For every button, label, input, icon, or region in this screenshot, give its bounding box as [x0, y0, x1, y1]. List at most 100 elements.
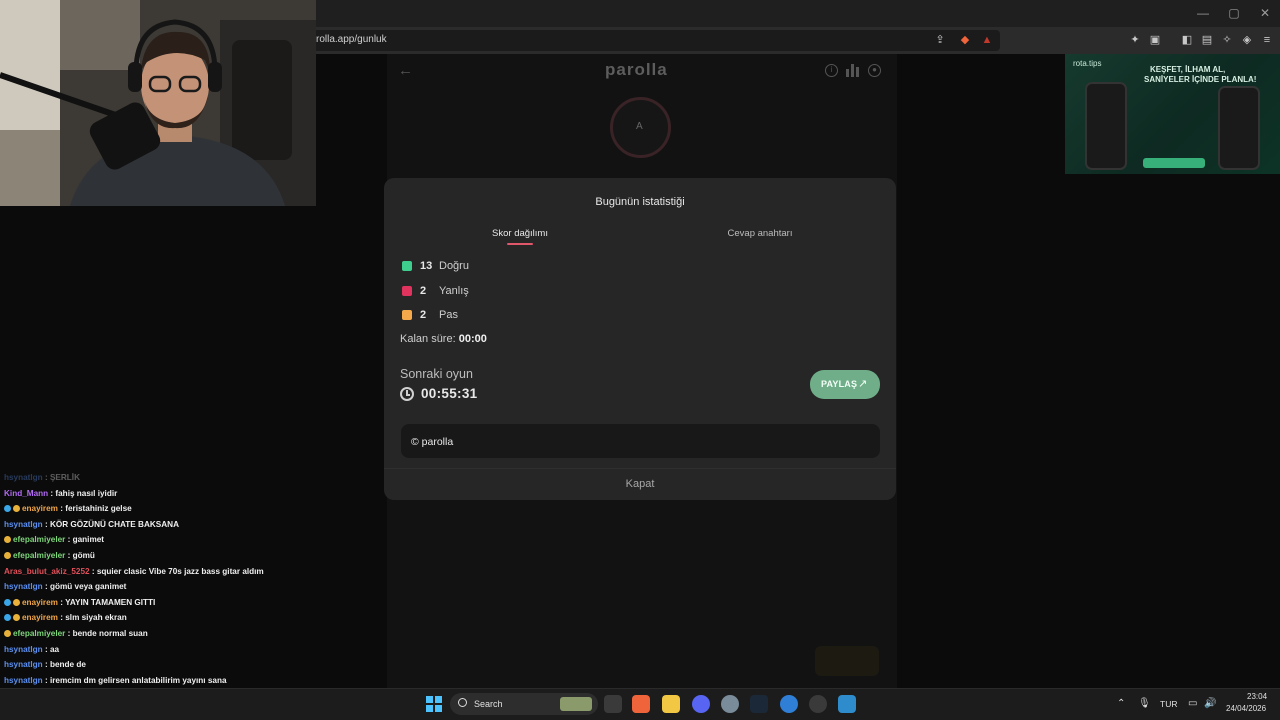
share-arrow-icon[interactable]: ↗ — [858, 377, 867, 390]
chat-overlay: hsynatlgn : ŞERLİK Kind_Mann : fahiş nası… — [0, 470, 300, 716]
maximize-button[interactable]: ▢ — [1219, 4, 1249, 22]
modal-divider — [384, 468, 896, 469]
share-button-label[interactable]: PAYLAŞ — [821, 379, 857, 389]
chat-text: KÖR GÖZÜNÜ CHATE BAKSANA — [49, 519, 179, 529]
chat-username[interactable]: efepalmiyeler — [13, 551, 65, 560]
chat-text: slm siyah ekran — [65, 613, 127, 623]
vpn-icon[interactable]: ◈ — [1240, 33, 1254, 47]
volume-icon[interactable]: 🔊 — [1204, 698, 1216, 709]
pass-color-square — [402, 310, 412, 320]
chat-text: YAYIN TAMAMEN GITTI — [65, 597, 156, 607]
correct-label: Doğru — [439, 260, 469, 272]
tray-language[interactable]: TUR — [1160, 699, 1177, 709]
chat-username[interactable]: Aras_bulut_akiz_5252 — [4, 567, 90, 576]
clock-hand — [406, 394, 410, 396]
menu-icon[interactable]: ≡ — [1260, 33, 1274, 47]
chat-username[interactable]: enayirem — [22, 598, 58, 607]
profile-icon[interactable]: ● — [868, 64, 881, 77]
chat-message: enayirem : slm siyah ekran — [4, 613, 127, 622]
close-modal-button[interactable]: Kapat — [610, 478, 670, 490]
chat-username[interactable]: hsynatlgn — [4, 676, 43, 685]
correct-count: 13 — [420, 260, 433, 272]
remaining-time-label: Kalan süre: — [400, 333, 456, 345]
chat-username[interactable]: efepalmiyeler — [13, 535, 65, 544]
pass-count: 2 — [420, 309, 427, 321]
chat-badge-icon — [13, 598, 20, 606]
discord-icon[interactable] — [692, 695, 710, 713]
chat-message: hsynatlgn : ŞERLİK — [4, 473, 80, 482]
chat-separator: : — [42, 473, 50, 482]
app-icon[interactable] — [780, 695, 798, 713]
wrong-color-square — [402, 286, 412, 296]
chat-username[interactable]: hsynatlgn — [4, 660, 43, 669]
chat-message: hsynatlgn : KÖR GÖZÜNÜ CHATE BAKSANA — [4, 520, 179, 529]
chat-message: efepalmiyeler : gömü — [4, 551, 95, 560]
chat-badge-icon — [13, 614, 20, 622]
close-window-button[interactable]: ✕ — [1250, 4, 1280, 22]
brave-shields-icon[interactable]: ◆ — [958, 33, 972, 47]
tray-time[interactable]: 23:04 — [1247, 692, 1267, 701]
tab-score-distribution[interactable]: Skor dağılımı — [460, 228, 580, 239]
chat-username[interactable]: enayirem — [22, 613, 58, 622]
address-bar[interactable] — [300, 30, 1000, 51]
current-letter: A — [636, 121, 643, 132]
chat-username[interactable]: Kind_Mann — [4, 489, 48, 498]
chat-separator: : — [65, 551, 73, 560]
chat-username[interactable]: hsynatlgn — [4, 582, 43, 591]
chat-badge-icon — [13, 505, 20, 513]
steam-icon[interactable] — [750, 695, 768, 713]
network-icon[interactable]: ▭ — [1188, 698, 1197, 709]
chat-message: Kind_Mann : fahiş nasıl iyidir — [4, 489, 117, 498]
info-icon[interactable]: i — [825, 64, 838, 77]
chat-badge-icon — [4, 614, 11, 622]
microphone-icon[interactable]: 🎙 — [1138, 698, 1151, 709]
back-arrow-icon[interactable]: ← — [398, 62, 413, 79]
tray-overflow-icon[interactable]: ⌃ — [1117, 698, 1125, 709]
chat-text: aa — [49, 644, 60, 654]
site-logo[interactable]: parolla — [605, 60, 668, 80]
windows-start-icon[interactable] — [426, 696, 442, 712]
tray-date[interactable]: 24/04/2026 — [1226, 704, 1266, 713]
remaining-time: Kalan süre: 00:00 — [400, 333, 487, 345]
chat-username[interactable]: hsynatlgn — [4, 473, 43, 482]
task-view-icon[interactable] — [604, 695, 622, 713]
tab-answer-key[interactable]: Cevap anahtarı — [700, 228, 820, 239]
brave-browser-icon[interactable] — [632, 695, 650, 713]
obs-icon[interactable] — [809, 695, 827, 713]
chat-username[interactable]: hsynatlgn — [4, 645, 43, 654]
file-explorer-icon[interactable] — [662, 695, 680, 713]
stats-icon[interactable] — [846, 64, 859, 77]
screenshot-icon[interactable]: ▣ — [1148, 33, 1162, 47]
leo-icon[interactable]: ✧ — [1220, 33, 1234, 47]
chat-message: enayirem : feristahiniz gelse — [4, 504, 132, 513]
chat-message: efepalmiyeler : bende normal suan — [4, 629, 148, 638]
chat-username[interactable]: efepalmiyeler — [13, 629, 65, 638]
share-page-icon[interactable]: ⇪ — [933, 33, 947, 47]
settings-icon[interactable] — [721, 695, 739, 713]
minimize-button[interactable]: — — [1188, 4, 1218, 22]
ad-headline-1: KEŞFET, İLHAM AL, — [1150, 65, 1226, 74]
next-game-label: Sonraki oyun — [400, 367, 473, 381]
chat-badge-icon — [4, 630, 11, 637]
chat-text: bende de — [49, 660, 86, 670]
chat-text: gömü veya ganimet — [49, 582, 127, 592]
search-icon — [458, 698, 467, 707]
ad-cta-button[interactable] — [1143, 158, 1205, 168]
chat-message: hsynatlgn : aa — [4, 645, 59, 654]
chat-text: iremcim dm gelirsen anlatabilirim yayını… — [49, 675, 227, 685]
copyright-box — [401, 424, 880, 458]
chat-username[interactable]: hsynatlgn — [4, 520, 43, 529]
brave-rewards-icon[interactable]: ▲ — [980, 33, 994, 47]
copyright-text: © parolla — [411, 436, 454, 448]
app-icon-2[interactable] — [838, 695, 856, 713]
extensions-icon[interactable]: ✦ — [1128, 33, 1142, 47]
sidebar-icon[interactable]: ◧ — [1180, 33, 1194, 47]
wallet-icon[interactable]: ▤ — [1200, 33, 1214, 47]
chat-username[interactable]: enayirem — [22, 504, 58, 513]
correct-color-square — [402, 261, 412, 271]
pass-label: Pas — [439, 309, 458, 321]
wrong-count: 2 — [420, 285, 427, 297]
ad-headline-2: SANİYELER İÇİNDE PLANLA! — [1144, 75, 1257, 84]
active-tab-indicator — [507, 243, 533, 245]
chat-separator: : — [42, 660, 50, 670]
